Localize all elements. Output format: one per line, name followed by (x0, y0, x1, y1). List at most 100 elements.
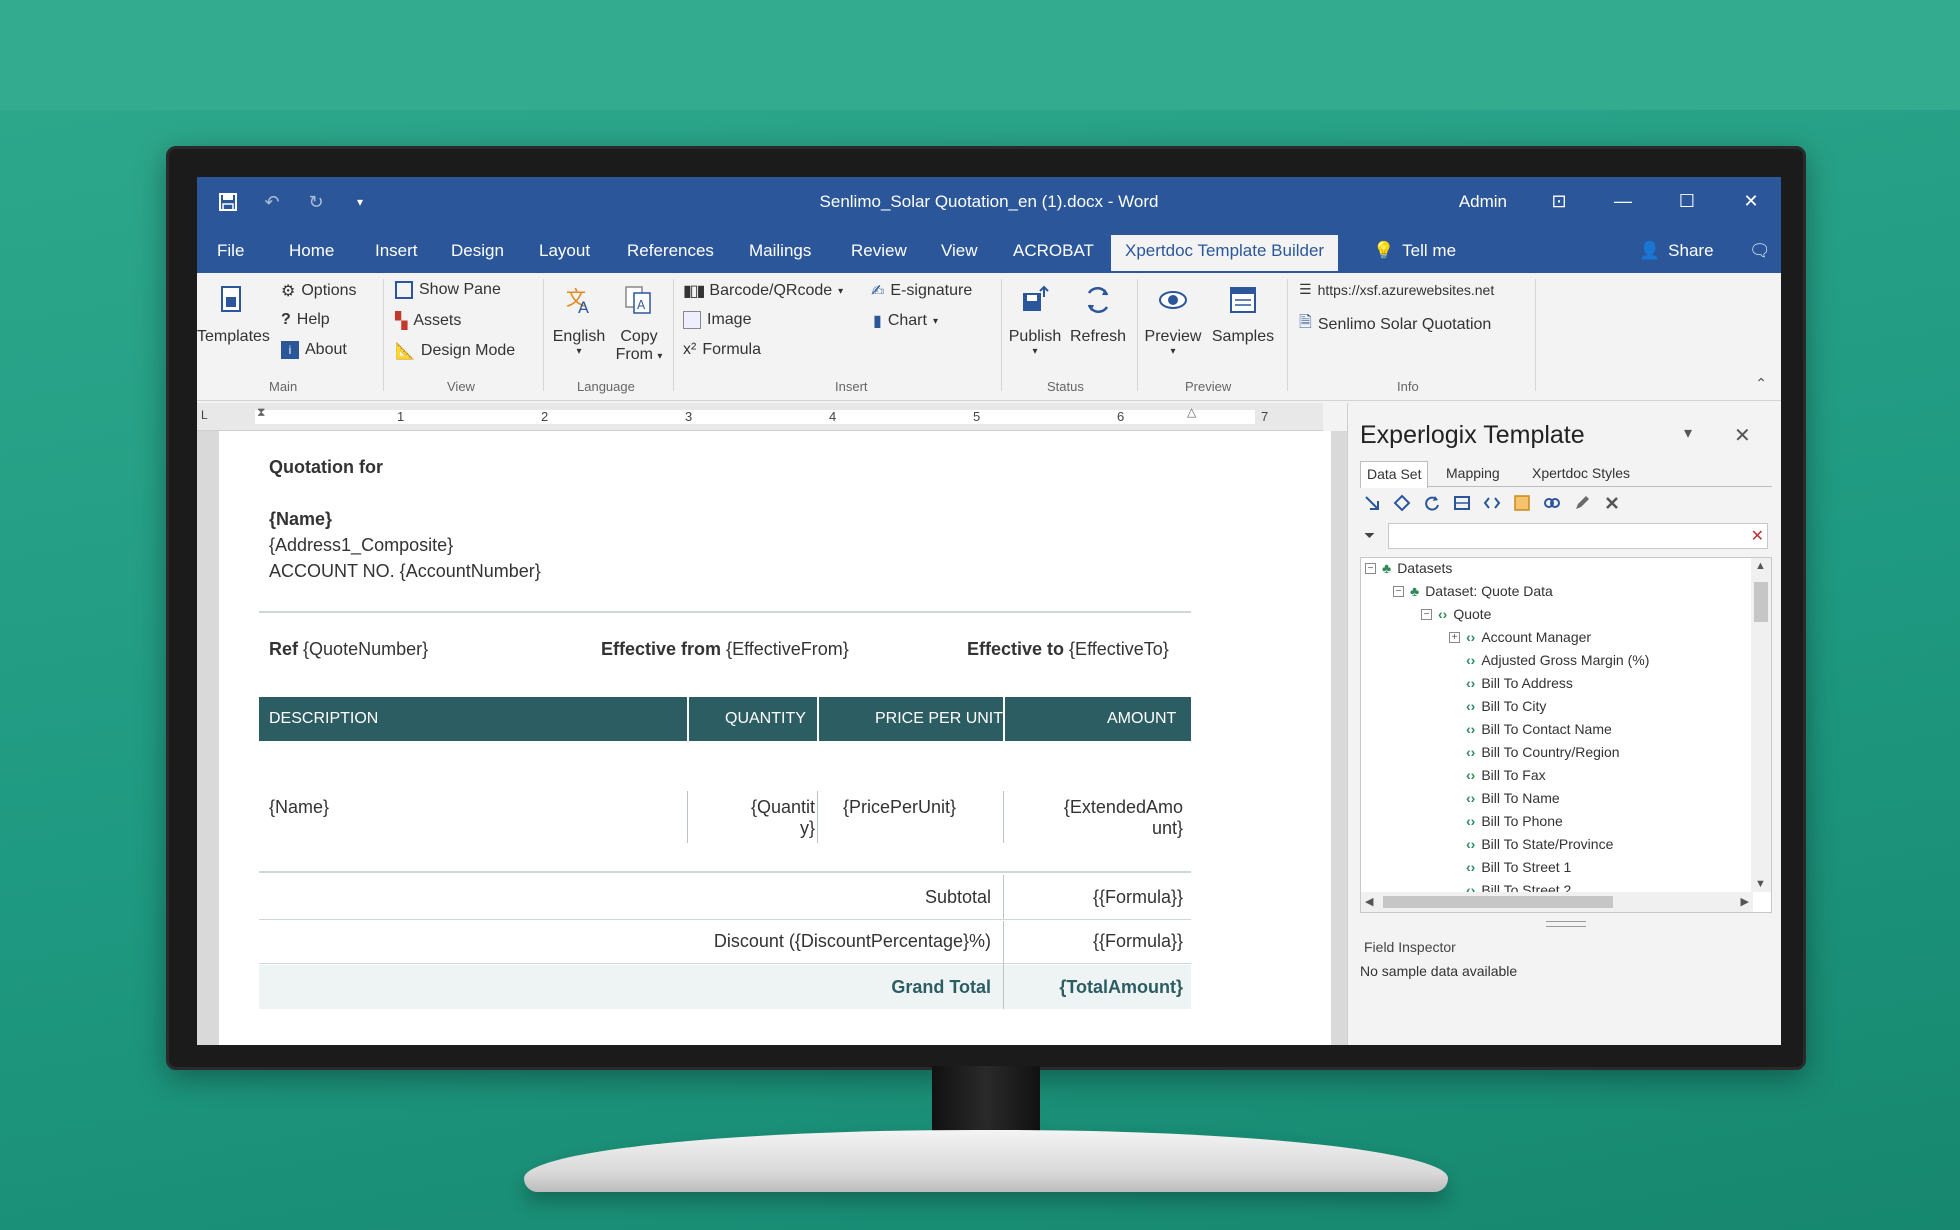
person-icon: 👤 (1639, 241, 1661, 260)
about-button[interactable]: i About (281, 341, 347, 359)
english-button[interactable]: 文A English ▾ (549, 283, 609, 357)
image-button[interactable]: Image (683, 311, 751, 329)
tab-design[interactable]: Design (451, 241, 504, 261)
assets-icon: ▚ (395, 313, 408, 330)
tree-field[interactable]: ‹› Bill To Name (1466, 788, 1560, 808)
tree-field[interactable]: ‹› Bill To State/Province (1466, 834, 1613, 854)
tree-field[interactable]: ‹› Bill To Fax (1466, 765, 1546, 785)
arrow-icon[interactable] (1362, 493, 1382, 513)
e-signature-button[interactable]: ✍ E-signature (871, 281, 972, 301)
options-button[interactable]: ⚙ Options (281, 281, 356, 301)
tree-node-dataset[interactable]: − ♣ Dataset: Quote Data (1393, 581, 1553, 601)
scroll-up-icon[interactable]: ▲ (1755, 560, 1766, 572)
code-icon: ‹› (1466, 629, 1476, 645)
pane-options-icon[interactable]: ▾ (1684, 423, 1692, 443)
tree-node-quote[interactable]: − ‹› Quote (1421, 604, 1491, 624)
design-mode-button[interactable]: 📐 Design Mode (395, 341, 515, 361)
tab-acrobat[interactable]: ACROBAT (1013, 241, 1094, 261)
splitter-handle[interactable] (1546, 921, 1586, 927)
templates-button[interactable]: Templates (197, 283, 270, 346)
pane-tab-mapping[interactable]: Mapping (1446, 465, 1500, 481)
show-pane-button[interactable]: Show Pane (395, 281, 501, 299)
pencil-icon[interactable] (1572, 493, 1592, 513)
project-name[interactable]: 🗎 Senlimo Solar Quotation (1299, 311, 1491, 338)
maximize-icon[interactable]: ☐ (1675, 191, 1699, 212)
minimize-icon[interactable]: — (1611, 191, 1635, 212)
collapse-icon[interactable]: − (1421, 608, 1432, 620)
tab-layout[interactable]: Layout (539, 241, 590, 261)
tab-view[interactable]: View (941, 241, 978, 261)
ref-line: Ref {QuoteNumber} (269, 639, 429, 659)
collapse-ribbon-icon[interactable]: ⌃ (1755, 375, 1767, 392)
clear-filter-icon[interactable]: ✕ (1751, 526, 1764, 546)
scroll-right-icon[interactable]: ▶ (1741, 895, 1749, 908)
tell-me[interactable]: 💡 Tell me (1373, 241, 1456, 261)
horizontal-scrollbar[interactable]: ◀ ▶ (1361, 892, 1753, 912)
code-icon[interactable] (1482, 493, 1502, 513)
tab-home[interactable]: Home (289, 241, 334, 261)
effective-to-line: Effective to {EffectiveTo} (967, 639, 1169, 659)
ribbon-display-icon[interactable]: ⊡ (1547, 191, 1571, 212)
share-button[interactable]: 👤 Share (1639, 241, 1714, 261)
tree-field[interactable]: ‹› Bill To Contact Name (1466, 719, 1612, 739)
tab-insert[interactable]: Insert (375, 241, 418, 261)
barcode-button[interactable]: ▮▯▮ Barcode/QRcode ▾ (683, 281, 843, 301)
filter-icon: ⏷ (1364, 527, 1376, 543)
experlogix-pane: Experlogix Template ▾ ✕ Data Set Mapping… (1347, 403, 1781, 1045)
diamond-icon[interactable] (1392, 493, 1412, 513)
pane-tab-data-set[interactable]: Data Set (1360, 461, 1429, 488)
tree-field[interactable]: ‹› Bill To Address (1466, 673, 1573, 693)
scroll-thumb[interactable] (1754, 582, 1768, 622)
gear-icon: ⚙ (281, 283, 296, 300)
tree-field[interactable]: + ‹› Account Manager (1449, 627, 1591, 647)
server-url[interactable]: ☰ https://xsf.azurewebsites.net (1299, 281, 1494, 298)
language-icon: 文A (566, 286, 589, 317)
scroll-left-icon[interactable]: ◀ (1365, 895, 1373, 908)
scroll-thumb[interactable] (1383, 896, 1613, 908)
pane-tab-xpertdoc-styles[interactable]: Xpertdoc Styles (1532, 465, 1630, 481)
tab-mailings[interactable]: Mailings (749, 241, 811, 261)
tree-node-datasets[interactable]: − ♣ Datasets (1365, 558, 1452, 578)
chart-button[interactable]: ▮ Chart ▾ (873, 311, 938, 331)
help-button[interactable]: ? Help (281, 311, 330, 329)
tab-stop-icon[interactable]: L (201, 408, 208, 422)
pane-close-icon[interactable]: ✕ (1734, 423, 1751, 448)
indent-marker-icon[interactable]: ⧗ (257, 405, 265, 420)
vertical-scrollbar[interactable]: ▲ ▼ (1751, 558, 1771, 892)
tab-references[interactable]: References (627, 241, 714, 261)
tab-review[interactable]: Review (851, 241, 907, 261)
expand-icon[interactable]: + (1449, 631, 1460, 643)
grand-total-label: Grand Total (891, 977, 991, 997)
refresh-button[interactable]: Refresh (1067, 283, 1129, 346)
collapse-icon[interactable]: − (1393, 585, 1404, 597)
link-icon[interactable] (1542, 493, 1562, 513)
comments-icon[interactable]: 🗨 (1749, 241, 1771, 261)
assets-button[interactable]: ▚ Assets (395, 311, 461, 331)
pane-toolbar (1362, 493, 1622, 513)
user-name[interactable]: Admin (1459, 192, 1507, 212)
header-amount: AMOUNT (1107, 710, 1177, 727)
tree-field[interactable]: ‹› Adjusted Gross Margin (%) (1466, 650, 1649, 670)
delete-icon[interactable] (1602, 493, 1622, 513)
scroll-down-icon[interactable]: ▼ (1755, 878, 1766, 890)
preview-button[interactable]: Preview ▾ (1141, 283, 1205, 357)
right-indent-marker-icon[interactable]: △ (1187, 405, 1196, 419)
tree-field[interactable]: ‹› Bill To Phone (1466, 811, 1563, 831)
filter-input[interactable] (1388, 523, 1768, 549)
tree-field[interactable]: ‹› Bill To Country/Region (1466, 742, 1620, 762)
table-icon[interactable] (1452, 493, 1472, 513)
collapse-icon[interactable]: − (1365, 562, 1376, 574)
tree-field[interactable]: ‹› Bill To City (1466, 696, 1546, 716)
image-field-icon[interactable] (1512, 493, 1532, 513)
formula-button[interactable]: x² Formula (683, 341, 761, 359)
tab-xpertdoc-template-builder[interactable]: Xpertdoc Template Builder (1111, 235, 1339, 271)
tree-field[interactable]: ‹› Bill To Street 1 (1466, 857, 1571, 877)
refresh-icon[interactable] (1422, 493, 1442, 513)
document-page[interactable]: Quotation for {Name} {Address1_Composite… (219, 431, 1331, 1045)
tab-file[interactable]: File (217, 241, 244, 261)
samples-button[interactable]: Samples (1207, 283, 1279, 346)
copy-from-button[interactable]: A Copy From ▾ (611, 283, 667, 364)
separator (1287, 279, 1288, 391)
close-icon[interactable]: ✕ (1739, 191, 1763, 212)
publish-button[interactable]: Publish ▾ (1005, 283, 1065, 357)
